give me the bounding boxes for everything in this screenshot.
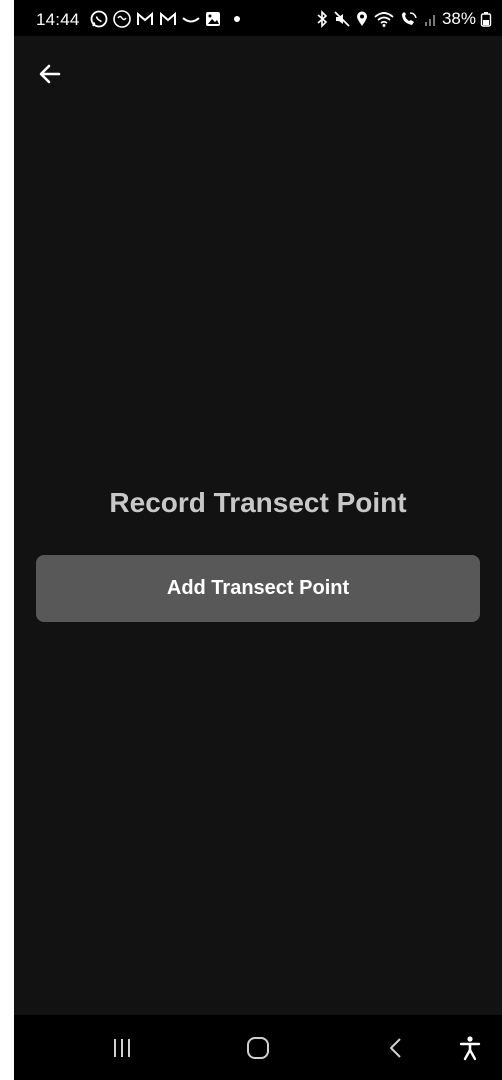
wifi-call-icon (399, 10, 419, 28)
bluetooth-icon (315, 10, 329, 28)
back-button[interactable] (32, 56, 68, 92)
status-time: 14:44 (36, 10, 80, 29)
page-title: Record Transect Point (109, 487, 407, 518)
home-button[interactable] (236, 1029, 280, 1067)
gmail-icon (158, 10, 178, 28)
dot-icon (233, 15, 241, 23)
notification-icons (89, 9, 241, 29)
system-icons: 38% (315, 8, 492, 30)
whatsapp-icon (89, 9, 109, 29)
gallery-icon (204, 10, 222, 28)
screen-edge (0, 0, 14, 1080)
signal-icon (423, 10, 437, 28)
wifi-icon (373, 10, 395, 28)
recents-button[interactable] (100, 1029, 144, 1067)
add-transect-point-button[interactable]: Add Transect Point (36, 555, 480, 622)
navigation-bar (14, 1015, 502, 1080)
recents-icon (110, 1037, 134, 1059)
virgin-icon (112, 9, 132, 29)
arrow-left-icon (37, 61, 63, 87)
battery-icon (480, 10, 492, 28)
app-bar (14, 36, 502, 112)
mute-icon (333, 10, 351, 28)
app-screen: 14:44 38% Record Transect Point Add Tran… (14, 0, 502, 1080)
battery-percent: 38% (441, 9, 476, 28)
back-nav-button[interactable] (374, 1029, 418, 1067)
accessibility-button[interactable] (448, 1029, 492, 1067)
status-bar: 14:44 38% (14, 0, 502, 36)
gmail-icon (135, 10, 155, 28)
home-icon (245, 1035, 271, 1061)
location-icon (355, 10, 369, 28)
smile-icon (181, 10, 201, 28)
back-icon (386, 1036, 406, 1060)
accessibility-icon (458, 1035, 482, 1061)
